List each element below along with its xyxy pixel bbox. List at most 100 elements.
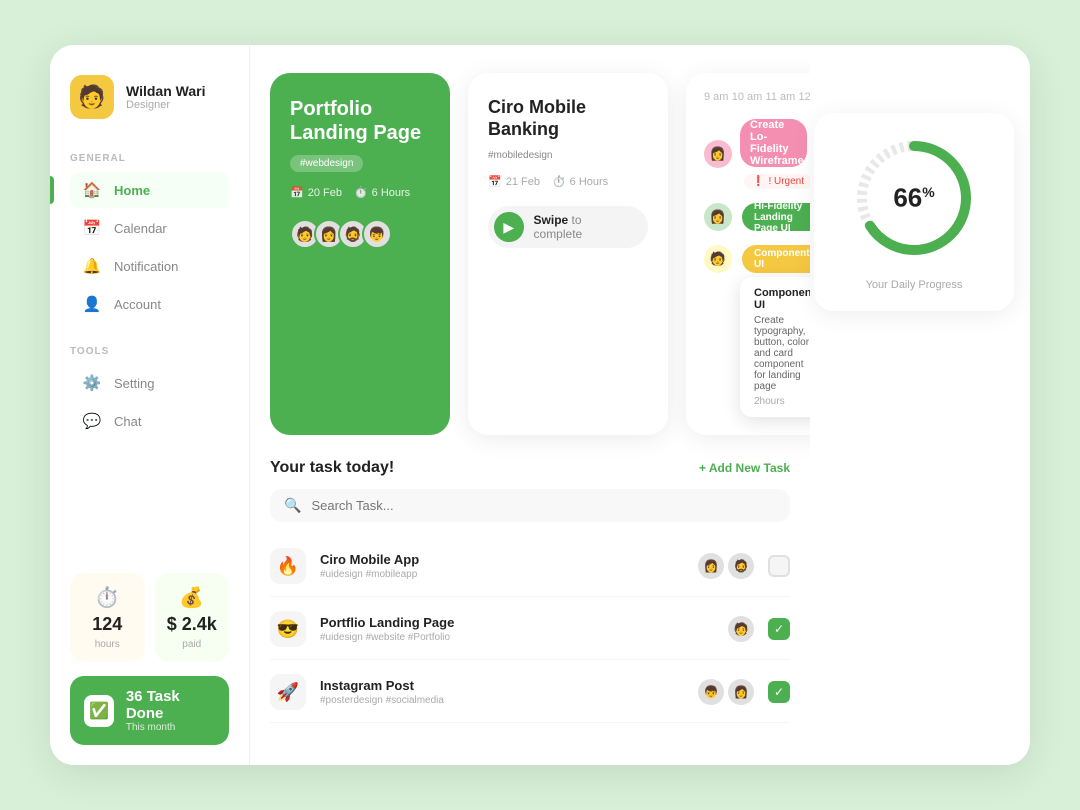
gear-icon: ⚙️ [82,374,102,392]
right-panel: 66% Your Daily Progress [810,45,1030,765]
sidebar-item-chat[interactable]: 💬 Chat [70,403,229,439]
time-10am: 10 am [732,91,763,103]
component-avatar: 🧑 [704,245,732,273]
progress-card: 66% Your Daily Progress [814,113,1014,311]
table-row: 😎 Portflio Landing Page #uidesign #websi… [270,599,790,660]
wireframe-label: Create Lo-Fidelity Wireframe [750,119,804,167]
task-info-instagram: Instagram Post #posterdesign #socialmedi… [320,678,684,706]
swipe-text: Swipe to complete [534,213,632,241]
landing-avatar: 👩 [704,203,732,231]
task-emoji-cool: 😎 [270,611,306,647]
avatar: 🧑 [70,75,114,119]
portfolio-tag: #webdesign [290,155,363,172]
stats-cards: ⏱️ 124 hours 💰 $ 2.4k paid [70,573,229,662]
sidebar-item-label-notification: Notification [114,259,178,274]
timeline-card: 9 am 10 am 11 am 12 am 👩 Crea [686,73,810,435]
task-check-portflio[interactable]: ✓ [768,618,790,640]
time-9am: 9 am [704,91,728,103]
task-list: 🔥 Ciro Mobile App #uidesign #mobileapp 👩… [270,536,790,723]
money-icon: 💰 [179,585,204,610]
hours-card: ⏱️ 124 hours [70,573,145,662]
hours-value: 124 [92,614,122,635]
mobile-card-title: Ciro Mobile Banking [488,97,648,140]
home-icon: 🏠 [82,181,102,199]
sidebar-item-label-calendar: Calendar [114,221,167,236]
task-done-icon: ✅ [84,695,114,727]
search-icon: 🔍 [284,497,301,514]
cards-row: Portfolio Landing Page #webdesign 📅 20 F… [270,73,790,435]
cal-icon: 📅 [488,175,502,188]
task-av-3: 🧑 [728,616,754,642]
task-done-info: 36 Task Done This month [126,688,215,733]
task-tags-portflio: #uidesign #website #Portfolio [320,632,714,643]
portfolio-card-title: Portfolio Landing Page [290,97,430,145]
tools-label: TOOLS [70,346,229,357]
sidebar-item-setting[interactable]: ⚙️ Setting [70,365,229,401]
wireframe-bar: Create Lo-Fidelity Wireframe [740,119,807,167]
calendar-icon: 📅 [82,219,102,237]
time-11am: 11 am [766,91,796,103]
task-avatars-instagram: 👦 👩 [698,679,754,705]
paid-value: $ 2.4k [167,614,217,635]
profile: 🧑 Wildan Wari Designer [70,75,229,119]
task-check-instagram[interactable]: ✓ [768,681,790,703]
urgent-badge: ❗ ! Urgent [744,174,810,189]
task-info-ciro: Ciro Mobile App #uidesign #mobileapp [320,552,684,580]
task-av-5: 👩 [728,679,754,705]
timeline-event-landing: 👩 Hi-Fidelity Landing Page UI [704,203,810,231]
table-row: 🔥 Ciro Mobile App #uidesign #mobileapp 👩… [270,536,790,597]
portfolio-meta: 📅 20 Feb ⏱️ 6 Hours [290,186,430,199]
timeline-event-component: 🧑 Component UI [704,245,810,273]
nav-general: GENERAL 🏠 Home 📅 Calendar 🔔 Notification… [70,149,229,324]
task-name-portflio: Portflio Landing Page [320,615,714,630]
component-tooltip: Component UI Create typography, button, … [740,277,810,417]
wireframe-avatar: 👩 [704,140,732,168]
portfolio-date: 📅 20 Feb [290,186,342,199]
task-av-1: 👩 [698,553,724,579]
portfolio-card[interactable]: Portfolio Landing Page #webdesign 📅 20 F… [270,73,450,435]
swipe-button[interactable]: ▶ Swipe to complete [488,206,648,248]
sidebar: 🧑 Wildan Wari Designer GENERAL 🏠 Home 📅 … [50,45,250,765]
component-bar: Component UI [742,245,810,273]
sidebar-item-label-setting: Setting [114,376,154,391]
sidebar-bottom: ⏱️ 124 hours 💰 $ 2.4k paid ✅ 36 Task Don… [70,573,229,745]
sidebar-item-calendar[interactable]: 📅 Calendar [70,210,229,246]
clock-icon: ⏱️ [95,585,120,610]
bell-icon: 🔔 [82,257,102,275]
search-input[interactable] [311,498,776,513]
time-12am: 12 am [799,91,810,103]
tooltip-title: Component UI [754,287,810,311]
tooltip-desc: Create typography, button, color and car… [754,315,810,392]
mobile-banking-card[interactable]: Ciro Mobile Banking #mobiledesign 📅 21 F… [468,73,668,435]
task-tags-ciro: #uidesign #mobileapp [320,569,684,580]
tasks-header: Your task today! + Add New Task [270,459,790,477]
table-row: 🚀 Instagram Post #posterdesign #socialme… [270,662,790,723]
mobile-date: 📅 21 Feb [488,175,540,188]
sidebar-item-label-home: Home [114,183,150,198]
av-4: 👦 [362,219,392,249]
user-icon: 👤 [82,295,102,313]
paid-card: 💰 $ 2.4k paid [155,573,230,662]
sidebar-item-account[interactable]: 👤 Account [70,286,229,322]
clk-icon: ⏱️ [552,175,566,188]
progress-percentage: 66% [893,183,934,214]
sidebar-item-label-account: Account [114,297,161,312]
add-task-button[interactable]: + Add New Task [699,461,790,475]
swipe-circle-icon: ▶ [494,212,524,242]
clock-small-icon: ⏱️ [354,186,368,199]
timeline-header: 9 am 10 am 11 am 12 am [704,91,810,103]
task-done-label: This month [126,722,215,733]
task-info-portflio: Portflio Landing Page #uidesign #website… [320,615,714,643]
sidebar-item-home[interactable]: 🏠 Home [70,172,229,208]
task-name-instagram: Instagram Post [320,678,684,693]
sidebar-item-notification[interactable]: 🔔 Notification [70,248,229,284]
task-name-ciro: Ciro Mobile App [320,552,684,567]
profile-name: Wildan Wari [126,83,205,99]
task-tags-instagram: #posterdesign #socialmedia [320,695,684,706]
general-label: GENERAL [70,153,229,164]
nav-tools: TOOLS ⚙️ Setting 💬 Chat [70,342,229,441]
profile-role: Designer [126,99,205,111]
task-av-2: 🧔 [728,553,754,579]
task-check-ciro[interactable] [768,555,790,577]
mobile-meta: 📅 21 Feb ⏱️ 6 Hours [488,175,648,188]
